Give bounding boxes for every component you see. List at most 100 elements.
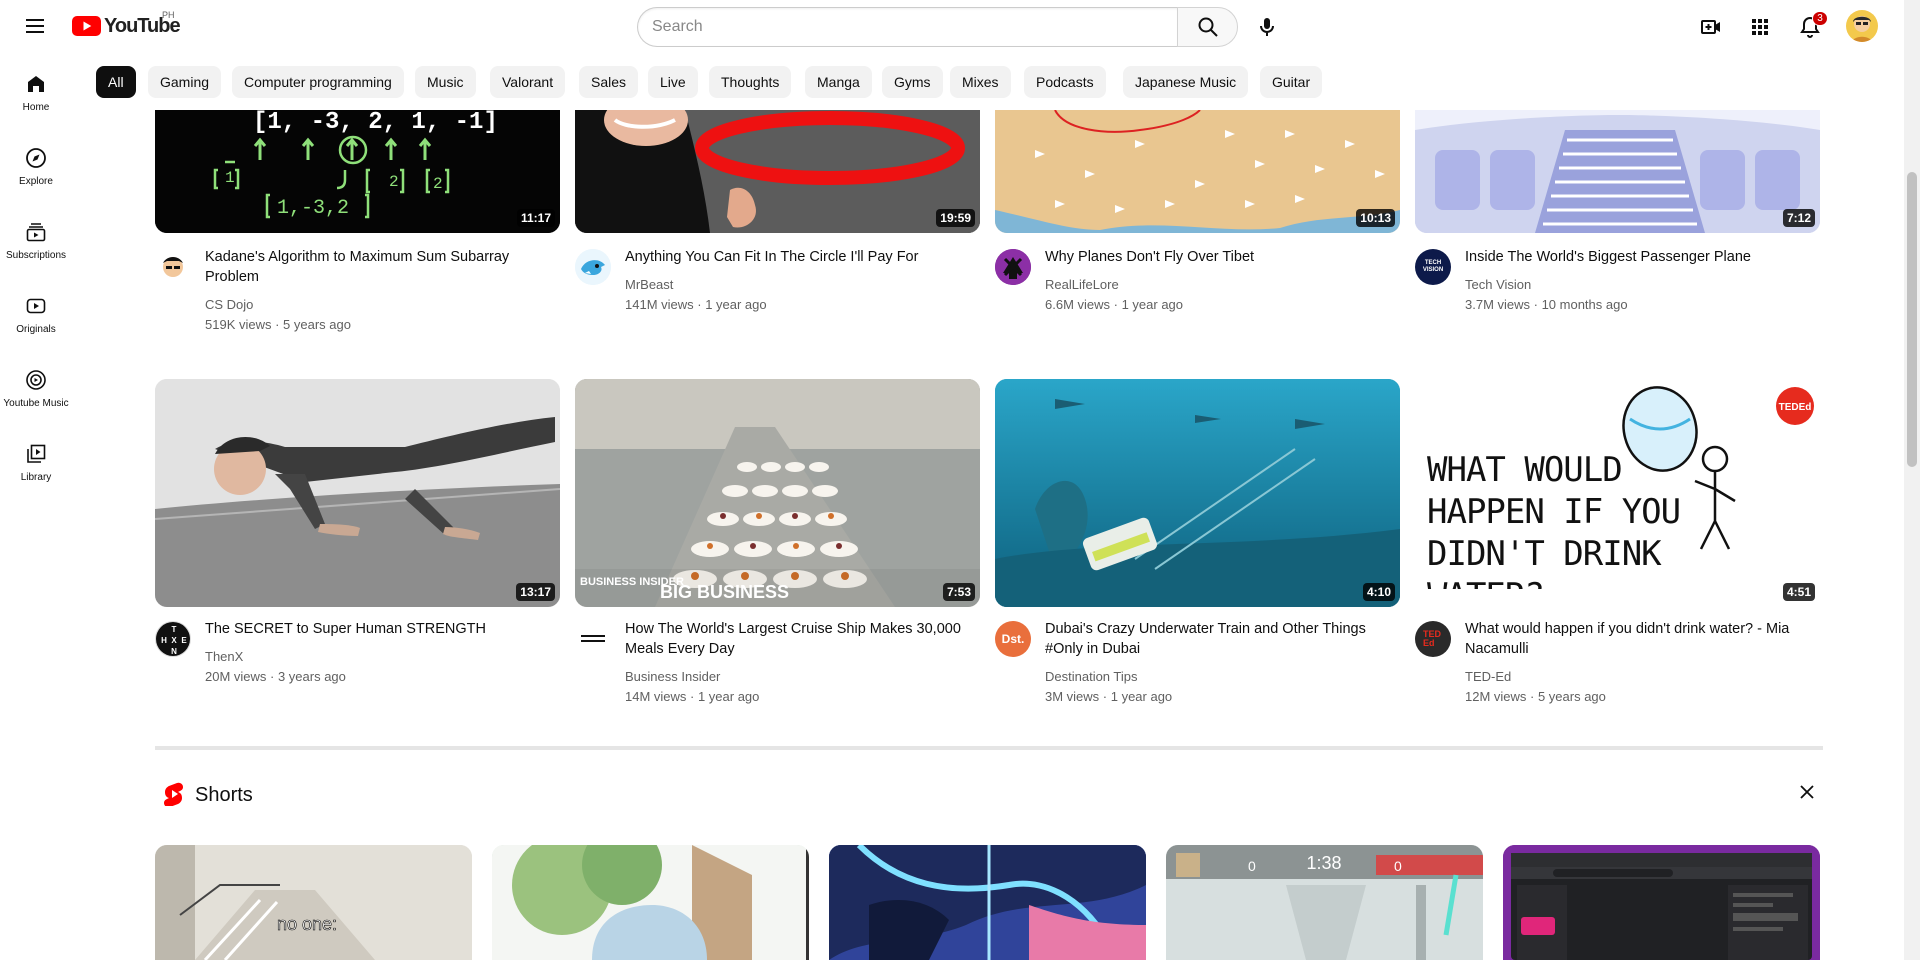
sidebar-item-label: Explore (19, 176, 53, 187)
video-duration: 4:10 (1362, 583, 1395, 601)
channel-avatar[interactable] (995, 249, 1031, 285)
channel-avatar[interactable] (575, 621, 611, 657)
apps-grid-icon (1752, 19, 1768, 35)
short-thumbnail[interactable]: no one: (155, 845, 472, 960)
sidebar-item-home[interactable]: Home (0, 56, 72, 120)
video-meta: 3.7M views · 10 months ago (1465, 297, 1628, 312)
search-input[interactable] (637, 7, 1178, 47)
video-title[interactable]: What would happen if you didn't drink wa… (1465, 619, 1810, 659)
channel-avatar-text: TECH VISION (1422, 260, 1444, 273)
thumbnail-image: TEDEd WHAT WOULD HAPPEN IF YOU DIDN'T DR… (1415, 379, 1820, 607)
video-meta: 14M views · 1 year ago (625, 689, 760, 704)
chip-japanese-music[interactable]: Japanese Music (1123, 66, 1249, 98)
video-title[interactable]: Anything You Can Fit In The Circle I'll … (625, 247, 970, 267)
user-avatar[interactable] (1846, 10, 1878, 42)
video-duration: 19:59 (936, 209, 975, 227)
chip-valorant[interactable]: Valorant (490, 66, 566, 98)
filter-chip-bar: All Gaming Computer programming Music Va… (72, 56, 1920, 110)
thumbnail-image: BUSINESS INSIDER BIG BUSINESS (575, 379, 980, 607)
thumbnail-image (995, 379, 1400, 607)
chip-manga[interactable]: Manga (805, 66, 872, 98)
chip-live[interactable]: Live (648, 66, 698, 98)
notification-badge: 3 (1812, 11, 1828, 26)
sidebar-item-explore[interactable]: Explore (0, 130, 72, 194)
channel-name[interactable]: CS Dojo (205, 297, 253, 312)
svg-text:1,-3,2: 1,-3,2 (277, 197, 349, 220)
ted-ed-badge: TEDEd (1779, 402, 1812, 413)
channel-avatar[interactable] (155, 249, 191, 285)
sidebar-item-library[interactable]: Library (0, 426, 72, 490)
svg-text:2: 2 (433, 175, 443, 193)
video-thumbnail[interactable]: 19:59 (575, 110, 980, 233)
video-title[interactable]: Why Planes Don't Fly Over Tibet (1045, 247, 1390, 267)
channel-name[interactable]: Destination Tips (1045, 669, 1138, 684)
video-title[interactable]: Dubai's Crazy Underwater Train and Other… (1045, 619, 1390, 659)
short-thumbnail[interactable] (1503, 845, 1820, 960)
video-camera-add-icon (1701, 20, 1720, 34)
video-title[interactable]: Inside The World's Biggest Passenger Pla… (1465, 247, 1810, 267)
menu-icon[interactable] (15, 6, 55, 46)
chip-podcasts[interactable]: Podcasts (1024, 66, 1106, 98)
channel-name[interactable]: Business Insider (625, 669, 720, 684)
page-scrollbar-thumb[interactable] (1907, 172, 1917, 467)
video-meta: 141M views · 1 year ago (625, 297, 767, 312)
channel-avatar[interactable]: TH ENX (155, 621, 191, 657)
video-meta: 6.6M views · 1 year ago (1045, 297, 1184, 312)
compass-icon (26, 148, 46, 168)
video-duration: 11:17 (516, 209, 555, 227)
channel-avatar[interactable]: Dst. (995, 621, 1031, 657)
channel-avatar[interactable]: TECH VISION (1415, 249, 1451, 285)
short-thumbnail[interactable] (492, 845, 809, 960)
video-thumbnail[interactable]: 13:17 (155, 379, 560, 607)
svg-text:X: X (171, 636, 177, 645)
create-video-button[interactable] (1691, 7, 1731, 47)
channel-name[interactable]: ThenX (205, 649, 243, 664)
video-title[interactable]: Kadane's Algorithm to Maximum Sum Subarr… (205, 247, 550, 287)
chip-gyms[interactable]: Gyms (882, 66, 943, 98)
channel-name[interactable]: Tech Vision (1465, 277, 1531, 292)
chip-all[interactable]: All (96, 66, 136, 98)
channel-avatar[interactable]: TED Ed (1415, 621, 1451, 657)
close-icon[interactable] (1795, 780, 1819, 804)
chip-computer-programming[interactable]: Computer programming (232, 66, 404, 98)
short-thumbnail[interactable]: 0 1:38 0 (1166, 845, 1483, 960)
video-thumbnail[interactable]: 7:12 (1415, 110, 1820, 233)
video-title[interactable]: The SECRET to Super Human STRENGTH (205, 619, 550, 639)
video-thumbnail[interactable]: 4:10 (995, 379, 1400, 607)
country-code: PH (162, 10, 175, 20)
short-thumbnail[interactable] (829, 845, 1146, 960)
short-image: 0 1:38 0 (1166, 845, 1483, 960)
sidebar-item-youtube-music[interactable]: Youtube Music (0, 352, 72, 416)
page-scrollbar-track[interactable] (1904, 0, 1920, 960)
chip-gaming[interactable]: Gaming (148, 66, 222, 98)
svg-text:T: T (172, 625, 177, 634)
thumbnail-series-text: BIG BUSINESS (660, 582, 789, 602)
video-meta: 3M views · 1 year ago (1045, 689, 1173, 704)
video-thumbnail[interactable]: BUSINESS INSIDER BIG BUSINESS 7:53 (575, 379, 980, 607)
apps-button[interactable] (1740, 7, 1780, 47)
chip-music[interactable]: Music (415, 66, 476, 98)
chip-mixes[interactable]: Mixes (950, 66, 1011, 98)
video-duration: 4:51 (1782, 583, 1815, 601)
channel-avatar[interactable] (575, 249, 611, 285)
channel-avatar-text: Dst. (1001, 632, 1025, 646)
video-duration: 7:12 (1782, 209, 1815, 227)
channel-name[interactable]: MrBeast (625, 277, 673, 292)
channel-name[interactable]: RealLifeLore (1045, 277, 1119, 292)
microphone-icon (1260, 18, 1274, 36)
shorts-icon (164, 782, 184, 806)
top-header: YouTube PH 3 (0, 0, 1920, 56)
channel-name[interactable]: TED-Ed (1465, 669, 1511, 684)
video-thumbnail[interactable]: 10:13 (995, 110, 1400, 233)
sidebar-item-subscriptions[interactable]: Subscriptions (0, 204, 72, 268)
video-thumbnail[interactable]: [1, -3, 2, 1, -1] 1,-3,2 2 2 1 11:17 (155, 110, 560, 233)
chip-sales[interactable]: Sales (579, 66, 639, 98)
video-thumbnail[interactable]: TEDEd WHAT WOULD HAPPEN IF YOU DIDN'T DR… (1415, 379, 1820, 607)
voice-search-button[interactable] (1247, 7, 1287, 47)
search-button[interactable] (1177, 7, 1238, 47)
video-title[interactable]: How The World's Largest Cruise Ship Make… (625, 619, 970, 659)
sidebar-item-originals[interactable]: Originals (0, 278, 72, 342)
chip-guitar[interactable]: Guitar (1260, 66, 1323, 98)
chip-thoughts[interactable]: Thoughts (709, 66, 792, 98)
sidebar-item-label: Subscriptions (5, 250, 67, 261)
